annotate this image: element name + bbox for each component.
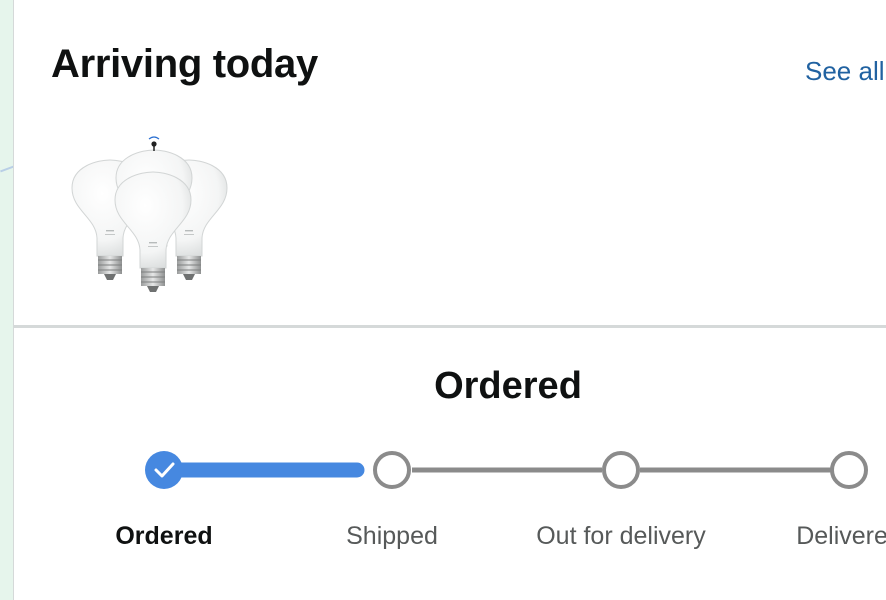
arriving-today-card: Arriving today See all Ordered Ordered S…	[13, 0, 886, 600]
step-out-for-delivery-circle-icon	[602, 451, 640, 489]
background-map-line	[0, 165, 14, 173]
step-shipped-circle-icon	[373, 451, 411, 489]
step-label-out-for-delivery: Out for delivery	[536, 522, 706, 550]
step-label-delivered: Delivered	[796, 522, 886, 550]
step-label-ordered: Ordered	[115, 522, 213, 550]
step-label-shipped: Shipped	[346, 522, 438, 550]
step-ordered-check-icon	[145, 451, 183, 489]
progress-tracker	[145, 451, 868, 489]
step-delivered-circle-icon	[830, 451, 868, 489]
